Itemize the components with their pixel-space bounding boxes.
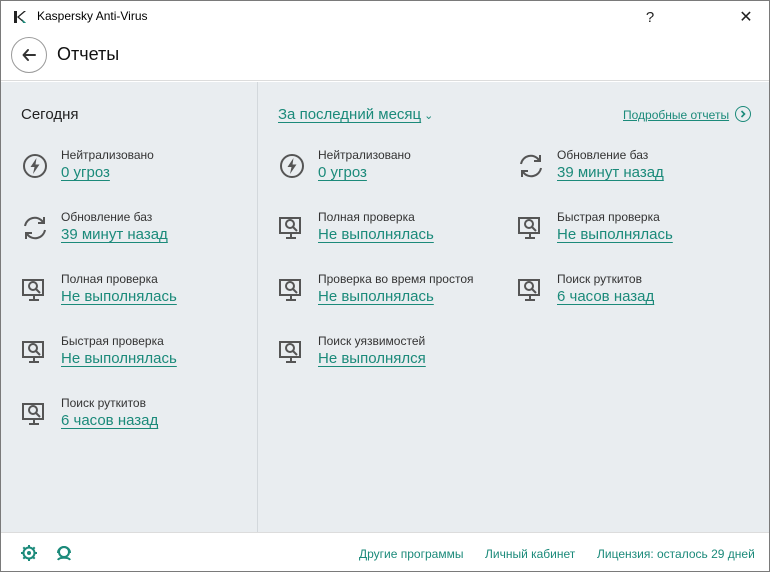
monitor-search-icon (279, 341, 301, 363)
stat-label: Полная проверка (318, 210, 415, 224)
monitor-search-icon (279, 279, 301, 301)
stat-value-link[interactable]: Не выполнялась (557, 226, 673, 243)
page-title: Отчеты (57, 44, 120, 64)
footer-bar: Другие программы Личный кабинет Лицензия… (1, 532, 769, 571)
monitor-search-icon (22, 279, 44, 301)
monitor-search-icon (22, 341, 44, 363)
month-stat-full-scan: Полная проверка Не выполнялась (278, 210, 498, 258)
month-stat-idle-scan: Проверка во время простоя Не выполнялась (278, 272, 498, 320)
stat-label: Быстрая проверка (61, 334, 164, 348)
back-button[interactable] (11, 37, 47, 73)
app-window: Kaspersky Anti-Virus ? ✕ Отчеты Сегодня … (0, 0, 770, 572)
stat-value-link[interactable]: 6 часов назад (557, 288, 654, 305)
column-divider (257, 82, 258, 532)
refresh-icon (520, 154, 542, 178)
lightning-icon (23, 154, 47, 178)
month-stat-db-update: Обновление баз 39 минут назад (517, 148, 737, 196)
today-stat-quick-scan: Быстрая проверка Не выполнялась (21, 334, 241, 382)
window-title: Kaspersky Anti-Virus (37, 9, 148, 23)
kaspersky-logo-icon (14, 11, 26, 23)
stat-label: Нейтрализовано (318, 148, 411, 162)
lightning-icon (280, 154, 304, 178)
monitor-search-icon (518, 217, 540, 239)
stat-value-link[interactable]: Не выполнялась (61, 288, 177, 305)
chevron-down-icon: ⌄ (424, 110, 434, 122)
stat-value-link[interactable]: Не выполнялся (318, 350, 426, 367)
support-agent-icon[interactable] (55, 544, 73, 562)
arrow-left-icon (22, 49, 36, 61)
today-stat-db-update: Обновление баз 39 минут назад (21, 210, 241, 258)
stat-label: Обновление баз (557, 148, 649, 162)
stat-value-link[interactable]: 39 минут назад (557, 164, 664, 181)
stat-label: Поиск уязвимостей (318, 334, 426, 348)
stat-label: Поиск руткитов (61, 396, 146, 410)
stat-value-link[interactable]: Не выполнялась (61, 350, 177, 367)
today-stat-rootkit-scan: Поиск руткитов 6 часов назад (21, 396, 241, 444)
stat-value-link[interactable]: Не выполнялась (318, 226, 434, 243)
stat-value-link[interactable]: Не выполнялась (318, 288, 434, 305)
account-link[interactable]: Личный кабинет (485, 547, 575, 561)
stat-label: Быстрая проверка (557, 210, 660, 224)
detailed-reports-link[interactable]: Подробные отчеты (623, 108, 729, 122)
chevron-right-icon (740, 110, 746, 118)
stat-value-link[interactable]: 0 угроз (61, 164, 110, 181)
stat-label: Проверка во время простоя (318, 272, 474, 286)
title-bar: Kaspersky Anti-Virus ? ✕ (1, 1, 769, 33)
page-header: Отчеты (1, 33, 769, 81)
monitor-search-icon (279, 217, 301, 239)
period-label: За последний месяц (278, 106, 422, 123)
stat-label: Полная проверка (61, 272, 158, 286)
stat-label: Нейтрализовано (61, 148, 154, 162)
today-stat-neutralized: Нейтрализовано 0 угроз (21, 148, 241, 196)
refresh-icon (24, 216, 46, 240)
month-stat-neutralized: Нейтрализовано 0 угроз (278, 148, 498, 196)
help-button[interactable]: ? (627, 1, 673, 33)
monitor-search-icon (22, 403, 44, 425)
stat-value-link[interactable]: 0 угроз (318, 164, 367, 181)
gear-icon[interactable] (20, 544, 38, 562)
stat-value-link[interactable]: 6 часов назад (61, 412, 158, 429)
month-stat-vulnerability-scan: Поиск уязвимостей Не выполнялся (278, 334, 498, 382)
other-programs-link[interactable]: Другие программы (359, 547, 463, 561)
stat-label: Обновление баз (61, 210, 153, 224)
reports-panel: Сегодня Нейтрализовано 0 угроз Обновлени… (1, 82, 769, 532)
today-title: Сегодня (21, 106, 79, 123)
today-stat-full-scan: Полная проверка Не выполнялась (21, 272, 241, 320)
stat-label: Поиск руткитов (557, 272, 642, 286)
period-dropdown[interactable]: За последний месяц ⌄ (278, 106, 433, 123)
stat-value-link[interactable]: 39 минут назад (61, 226, 168, 243)
monitor-search-icon (518, 279, 540, 301)
arrow-right-circle-icon[interactable] (735, 106, 751, 122)
month-stat-rootkit-scan: Поиск руткитов 6 часов назад (517, 272, 737, 320)
license-link[interactable]: Лицензия: осталось 29 дней (597, 547, 755, 561)
month-stat-quick-scan: Быстрая проверка Не выполнялась (517, 210, 737, 258)
close-button[interactable]: ✕ (723, 1, 769, 33)
